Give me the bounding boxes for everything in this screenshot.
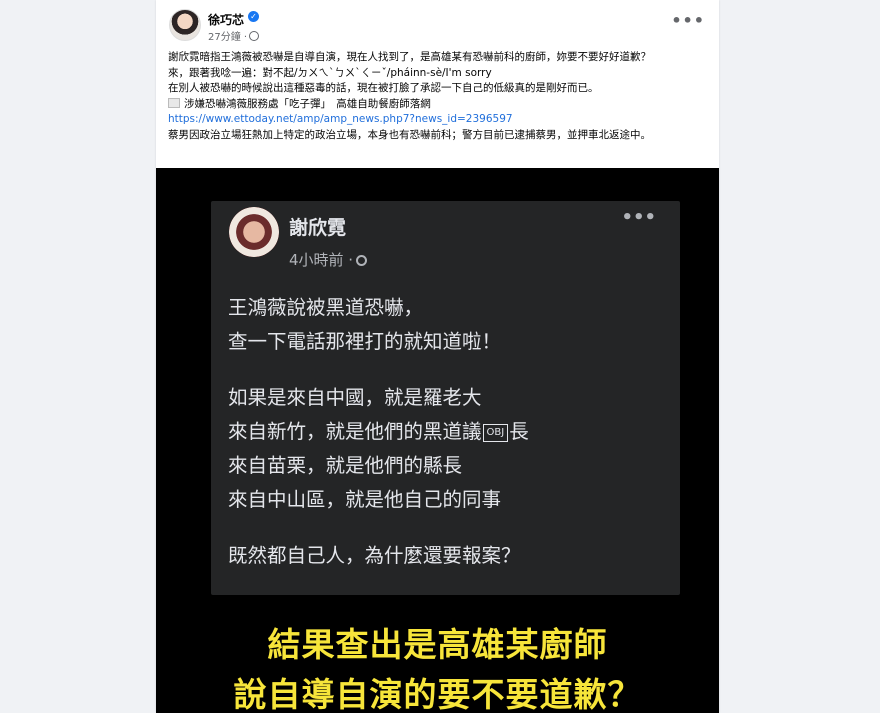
card-text: 王鴻薇說被黑道恐嚇， 查一下電話那裡打的就知道啦！ 如果是來自中國，就是羅老大 … — [228, 291, 668, 573]
card-line: 來自苗栗，就是他們的縣長 — [228, 454, 463, 477]
card-line: 王鴻薇說被黑道恐嚇， — [228, 296, 424, 319]
verified-badge-icon: ✓ — [248, 11, 259, 22]
screenshot-card: 謝欣霓 4小時前 · ••• 王鴻薇說被黑道恐嚇， 查一下電話那裡打的就知道啦！… — [211, 201, 680, 595]
card-avatar — [229, 207, 279, 257]
facebook-post: 徐巧芯 ✓ 27分鐘 · ••• 謝欣霓暗指王鴻薇被恐嚇是自導自演，現在人找到了… — [156, 0, 719, 713]
card-line: 既然都自己人，為什麼還要報案？ — [228, 544, 521, 567]
card-line: 查一下電話那裡打的就知道啦！ — [228, 330, 502, 353]
post-time[interactable]: 27分鐘 · — [208, 32, 247, 43]
post-header: 徐巧芯 ✓ 27分鐘 · ••• — [156, 0, 719, 48]
obj-glyph: OBJ — [482, 424, 509, 442]
post-text-line: 謝欣霓暗指王鴻薇被恐嚇是自導自演，現在人找到了，是高雄某有恐嚇前科的廚師，妳要不… — [168, 51, 651, 63]
card-time: 4小時前 · — [289, 251, 354, 269]
card-globe-icon — [356, 255, 368, 266]
post-text-line: 蔡男因政治立場狂熱加上特定的政治立場，本身也有恐嚇前科；警方目前已逮捕蔡男，並押… — [168, 128, 651, 141]
video-caption-line1: 結果查出是高雄某廚師 — [267, 625, 608, 664]
card-gap — [228, 517, 668, 539]
card-author-name: 謝欣霓 — [289, 217, 347, 239]
card-more-icon: ••• — [621, 207, 656, 228]
card-line-part: 來自新竹，就是他們的黑道議 — [228, 420, 482, 443]
video-caption-line2: 說自導自演的要不要道歉？ — [233, 675, 642, 713]
newspaper-icon — [168, 97, 180, 108]
card-line: 如果是來自中國，就是羅老大 — [228, 386, 482, 409]
author-avatar[interactable] — [169, 9, 201, 41]
article-link[interactable]: https://www.ettoday.net/amp/amp_news.php… — [168, 112, 708, 128]
post-text-line: 來，跟著我唸一遍：對不起/ㄉㄨㄟˋㄅㄨˋㄑㄧˇ/pháinn-sè/I'm so… — [168, 66, 492, 79]
post-meta: 27分鐘 · — [208, 28, 260, 43]
news-title: 涉嫌恐嚇鴻薇服務處「吃子彈」 高雄自助餐廚師落網 — [184, 97, 431, 110]
card-line: 來自中山區，就是他自己的同事 — [228, 488, 502, 511]
card-line-with-obj: 來自新竹，就是他們的黑道議 OBJ 長 — [228, 415, 668, 449]
more-options-button[interactable]: ••• — [671, 13, 705, 29]
card-meta: 4小時前 · — [289, 249, 368, 270]
news-title-line: 涉嫌恐嚇鴻薇服務處「吃子彈」 高雄自助餐廚師落網 — [168, 97, 708, 113]
author-name[interactable]: 徐巧芯 — [208, 11, 244, 28]
globe-icon — [249, 31, 260, 41]
post-text-line: 在別人被恐嚇的時候說出這種惡毒的話，現在被打臉了承認一下自己的低級真的是剛好而已… — [168, 82, 599, 94]
post-body: 謝欣霓暗指王鴻薇被恐嚇是自導自演，現在人找到了，是高雄某有恐嚇前科的廚師，妳要不… — [168, 50, 708, 143]
video-player[interactable]: 謝欣霓 4小時前 · ••• 王鴻薇說被黑道恐嚇， 查一下電話那裡打的就知道啦！… — [156, 168, 719, 713]
card-gap — [228, 359, 668, 381]
card-line-part: 長 — [509, 420, 529, 443]
